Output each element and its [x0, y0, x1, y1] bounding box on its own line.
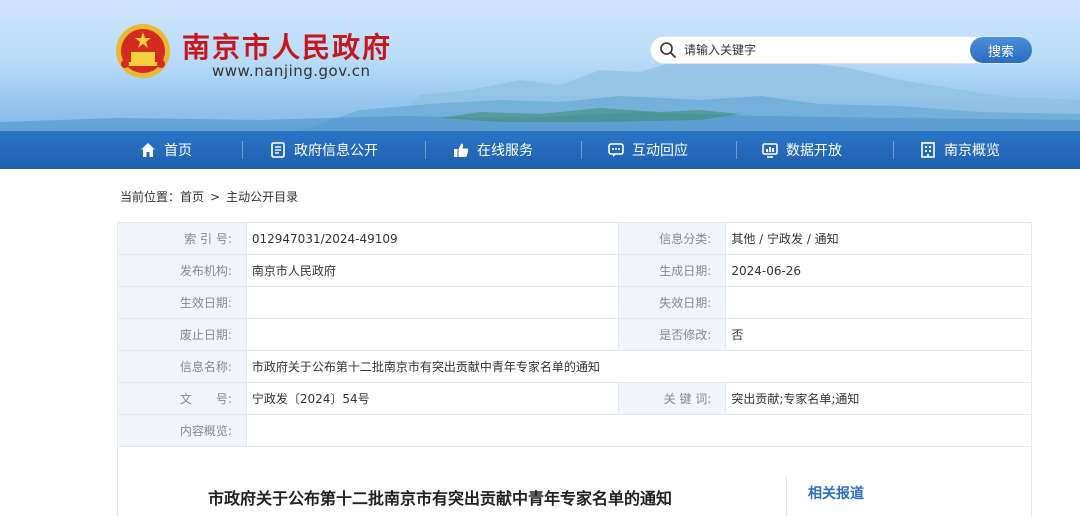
document-number-label: 文 号:	[117, 382, 247, 415]
category-label: 信息分类:	[618, 222, 727, 255]
table-row: 内容概览:	[117, 414, 1033, 447]
publisher-value: 南京市人民政府	[245, 254, 620, 287]
table-row: 生效日期: 失效日期:	[117, 286, 1032, 319]
nav-item-open-data[interactable]: 数据开放	[761, 131, 842, 169]
breadcrumb-separator: >	[210, 189, 221, 204]
breadcrumb-prefix: 当前位置：	[120, 190, 181, 204]
nav-item-label: 南京概览	[944, 143, 1000, 159]
header-banner: 南京市人民政府 www.nanjing.gov.cn 搜索	[0, 0, 1080, 131]
chat-icon	[608, 143, 624, 157]
nav-item-online-service[interactable]: 在线服务	[452, 131, 533, 169]
thumbs-up-icon	[454, 143, 469, 157]
summary-value	[245, 414, 1033, 447]
related-reports-heading[interactable]: 相关报道	[808, 483, 864, 503]
expiry-date-value	[725, 286, 1032, 319]
abolished-date-label: 废止日期:	[117, 318, 247, 351]
nav-item-label: 在线服务	[477, 143, 533, 159]
created-date-label: 生成日期:	[618, 254, 727, 287]
nav-item-label: 首页	[164, 143, 192, 159]
nav-divider	[242, 141, 243, 159]
article-title: 市政府关于公布第十二批南京市有突出贡献中青年专家名单的通知	[208, 489, 673, 508]
keywords-value: 突出贡献;专家名单;通知	[725, 382, 1032, 415]
table-row: 废止日期: 是否修改: 否	[117, 318, 1032, 351]
index-number-value: 012947031/2024-49109	[245, 222, 620, 255]
category-value: 其他 / 宁政发 / 通知	[725, 222, 1032, 255]
data-icon	[762, 143, 778, 158]
nav-item-label: 数据开放	[786, 143, 842, 159]
nav-divider	[893, 141, 894, 159]
index-number-label: 索 引 号:	[117, 222, 247, 255]
nav-item-label: 政府信息公开	[294, 143, 378, 159]
nav-item-interaction[interactable]: 互动回应	[607, 131, 688, 169]
nav-divider	[425, 141, 426, 159]
document-metadata-table: 索 引 号: 012947031/2024-49109 信息分类: 其他 / 宁…	[117, 222, 1033, 447]
search-button[interactable]: 搜索	[970, 37, 1032, 63]
summary-label: 内容概览:	[117, 414, 247, 447]
table-row: 索 引 号: 012947031/2024-49109 信息分类: 其他 / 宁…	[117, 222, 1032, 255]
expiry-date-label: 失效日期:	[618, 286, 727, 319]
search-icon	[660, 42, 676, 58]
breadcrumb: 当前位置： 首页 > 主动公开目录	[120, 188, 298, 205]
nav-item-home[interactable]: 首页	[139, 131, 192, 169]
abolished-date-value	[245, 318, 620, 351]
nav-divider	[736, 141, 737, 159]
created-date-value: 2024-06-26	[725, 254, 1032, 287]
nav-item-nanjing-overview[interactable]: 南京概览	[919, 131, 1000, 169]
modified-label: 是否修改:	[618, 318, 727, 351]
breadcrumb-catalog-link[interactable]: 主动公开目录	[226, 188, 298, 205]
publisher-label: 发布机构:	[117, 254, 247, 287]
building-icon	[921, 142, 935, 158]
table-row: 信息名称: 市政府关于公布第十二批南京市有突出贡献中青年专家名单的通知	[117, 350, 1033, 383]
home-icon	[141, 143, 155, 157]
document-icon	[271, 142, 285, 158]
nav-item-gov-info[interactable]: 政府信息公开	[269, 131, 378, 169]
document-number-value: 宁政发〔2024〕54号	[245, 382, 620, 415]
related-divider	[786, 476, 787, 516]
breadcrumb-home-link[interactable]: 首页	[180, 188, 204, 205]
effective-date-label: 生效日期:	[117, 286, 247, 319]
site-url: www.nanjing.gov.cn	[212, 62, 371, 80]
table-row: 发布机构: 南京市人民政府 生成日期: 2024-06-26	[117, 254, 1032, 287]
nav-item-label: 互动回应	[632, 143, 688, 159]
nav-divider	[581, 141, 582, 159]
effective-date-value	[245, 286, 620, 319]
national-emblem-icon	[116, 24, 170, 78]
info-name-value: 市政府关于公布第十二批南京市有突出贡献中青年专家名单的通知	[245, 350, 1033, 383]
search-input[interactable]	[684, 38, 964, 62]
keywords-label: 关 键 词:	[618, 382, 727, 415]
site-title: 南京市人民政府	[182, 31, 393, 64]
main-nav: 首页 政府信息公开 在线服务 互动回应 数据开放 南京概览	[0, 131, 1080, 169]
modified-value: 否	[725, 318, 1032, 351]
info-name-label: 信息名称:	[117, 350, 247, 383]
table-row: 文 号: 宁政发〔2024〕54号 关 键 词: 突出贡献;专家名单;通知	[117, 382, 1032, 415]
